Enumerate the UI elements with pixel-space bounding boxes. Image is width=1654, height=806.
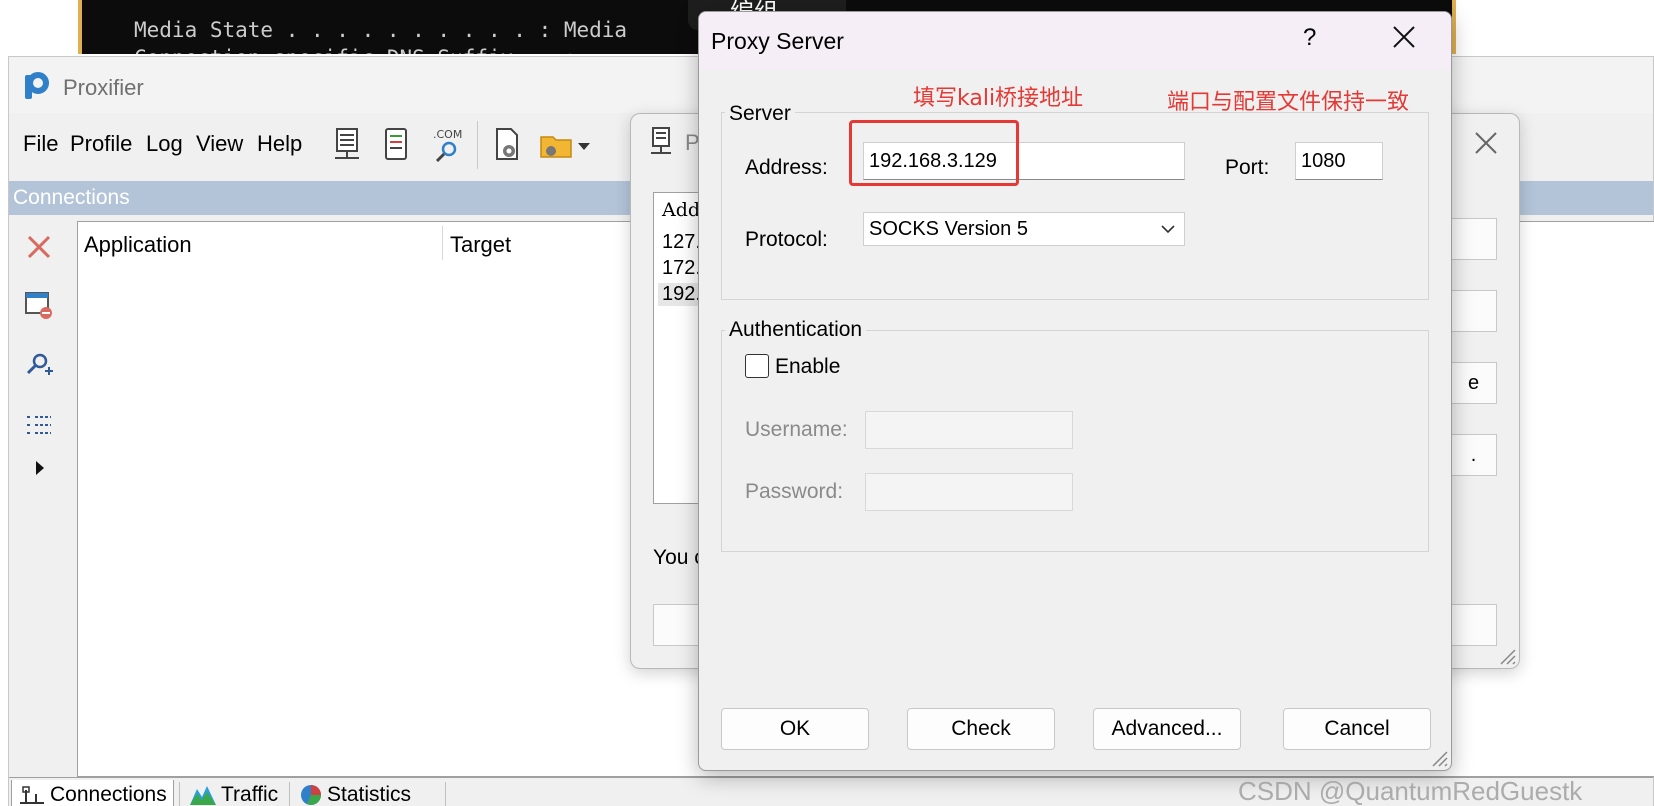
dialog-title-bar: Proxy Server ?	[699, 12, 1451, 70]
add-button[interactable]	[1451, 218, 1497, 260]
tab-statistics[interactable]: Statistics	[293, 780, 417, 806]
block-window-icon[interactable]	[23, 289, 55, 321]
proxification-rules-icon[interactable]	[377, 125, 417, 165]
password-label: Password:	[745, 480, 844, 503]
tab-separator	[289, 782, 290, 806]
tab-connections-label: Connections	[50, 782, 167, 806]
menu-profile[interactable]: Profile	[70, 131, 132, 157]
side-toolbar	[9, 217, 73, 777]
name-resolution-icon[interactable]: .COM	[427, 125, 467, 165]
port-label: Port:	[1225, 156, 1270, 179]
tab-traffic-label: Traffic	[221, 783, 279, 806]
list-item[interactable]: 127.	[662, 231, 701, 254]
server-group	[721, 112, 1429, 300]
username-input[interactable]	[865, 411, 1073, 449]
resize-grip-icon[interactable]	[1495, 644, 1517, 666]
close-connection-icon[interactable]	[23, 231, 55, 263]
chevron-down-icon	[1161, 225, 1175, 234]
proxy-servers-icon	[651, 127, 671, 154]
enable-label[interactable]: Enable	[775, 355, 840, 379]
more-button[interactable]: .	[1451, 434, 1497, 476]
close-icon[interactable]	[1473, 130, 1499, 156]
password-input[interactable]	[865, 473, 1073, 511]
check-button[interactable]: Check	[907, 708, 1055, 750]
proxifier-logo-icon	[25, 72, 49, 99]
toolbar-separator	[477, 121, 478, 169]
protocol-label: Protocol:	[745, 228, 828, 251]
menu-view[interactable]: View	[196, 131, 243, 157]
expand-arrow-icon[interactable]	[33, 459, 47, 477]
close-icon[interactable]	[1389, 22, 1419, 52]
authentication-group-title: Authentication	[725, 318, 867, 342]
tab-statistics-label: Statistics	[327, 783, 412, 806]
app-title: Proxifier	[63, 75, 144, 100]
ok-button[interactable]: OK	[721, 708, 869, 750]
tab-traffic[interactable]: Traffic	[183, 780, 284, 806]
add-search-icon[interactable]	[23, 349, 55, 381]
address-highlight-box	[849, 120, 1019, 186]
advanced-button[interactable]: Advanced...	[1093, 708, 1241, 750]
servers-note: You c	[653, 546, 705, 569]
cancel-button[interactable]: Cancel	[1283, 708, 1431, 750]
resize-grip-icon[interactable]	[1427, 746, 1449, 768]
username-label: Username:	[745, 418, 848, 441]
svg-text:.COM: .COM	[433, 128, 462, 141]
port-input[interactable]	[1295, 142, 1383, 180]
proxy-server-dialog: Proxy Server ? Server Address: Port: Pro…	[698, 11, 1452, 771]
protocol-selected-value: SOCKS Version 5	[869, 218, 1028, 240]
remove-button[interactable]: e	[1451, 362, 1497, 404]
proxy-servers-icon[interactable]	[327, 125, 367, 165]
advanced-settings-icon[interactable]	[487, 125, 527, 165]
dialog-title: Proxy Server	[711, 28, 844, 54]
connections-header-label: Connections	[13, 186, 130, 209]
server-group-title: Server	[725, 102, 795, 126]
enable-checkbox[interactable]	[745, 354, 769, 378]
address-label: Address:	[745, 156, 828, 179]
menu-help[interactable]: Help	[257, 131, 302, 157]
watermark: CSDN @QuantumRedGuestk	[1238, 776, 1583, 806]
tab-connections[interactable]: Connections	[11, 780, 174, 806]
port-annotation: 端口与配置文件保持一致	[1167, 90, 1410, 115]
protocol-select[interactable]: SOCKS Version 5	[863, 212, 1185, 246]
list-item[interactable]: 172.	[662, 257, 701, 280]
menu-file[interactable]: File	[23, 131, 58, 157]
column-application[interactable]: Application	[84, 232, 192, 258]
network-icon	[20, 785, 44, 804]
chevron-down-icon[interactable]	[575, 125, 593, 165]
profile-folder-icon[interactable]	[537, 125, 577, 165]
menu-log[interactable]: Log	[146, 131, 183, 157]
terminal-line: Media State . . . . . . . . . . : Media	[134, 18, 628, 42]
statistics-pie-icon	[301, 785, 321, 805]
tab-separator	[179, 782, 180, 806]
tab-separator	[445, 782, 446, 806]
list-view-icon[interactable]	[23, 411, 55, 443]
edit-button[interactable]	[1451, 290, 1497, 332]
traffic-chart-icon	[190, 786, 216, 805]
address-annotation: 填写kali桥接地址	[913, 86, 1084, 111]
column-divider[interactable]	[442, 226, 443, 260]
help-button[interactable]: ?	[1303, 24, 1316, 52]
column-target[interactable]: Target	[450, 232, 511, 258]
terminal-line: Connection-specific DNS Suffix . :	[134, 46, 577, 54]
